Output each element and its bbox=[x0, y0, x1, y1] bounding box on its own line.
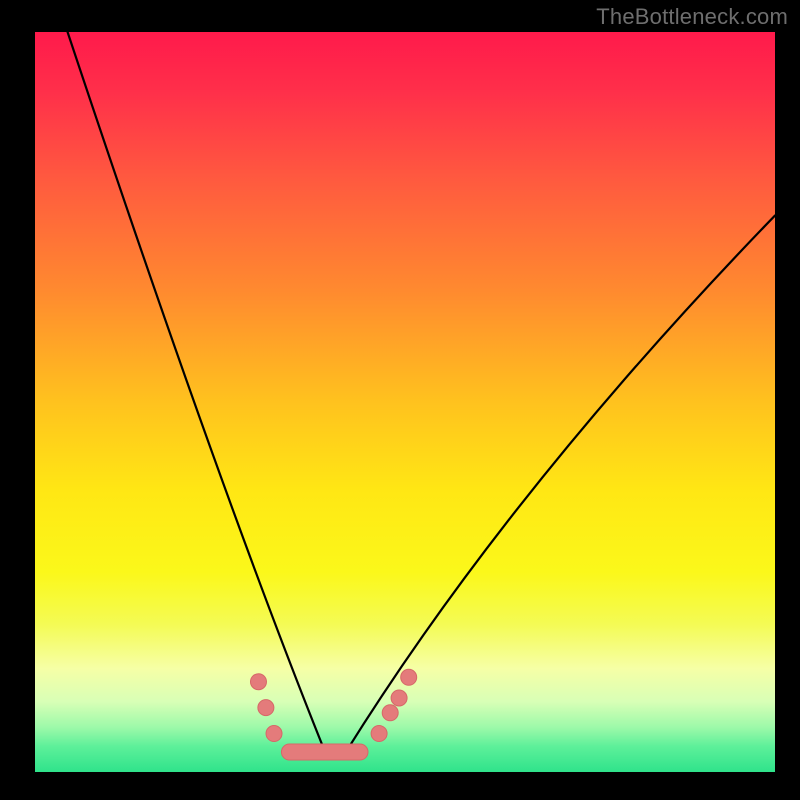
sample-marker bbox=[382, 705, 398, 721]
watermark-text: TheBottleneck.com bbox=[596, 4, 788, 30]
sample-marker bbox=[250, 674, 266, 690]
sample-marker bbox=[258, 700, 274, 716]
sample-marker bbox=[371, 726, 387, 742]
optimal-range-bar bbox=[281, 744, 368, 760]
sample-marker bbox=[266, 726, 282, 742]
plot-svg bbox=[35, 32, 775, 772]
sample-marker bbox=[401, 669, 417, 685]
plot-area bbox=[35, 32, 775, 772]
sample-marker bbox=[391, 690, 407, 706]
chart-frame: TheBottleneck.com bbox=[0, 0, 800, 800]
